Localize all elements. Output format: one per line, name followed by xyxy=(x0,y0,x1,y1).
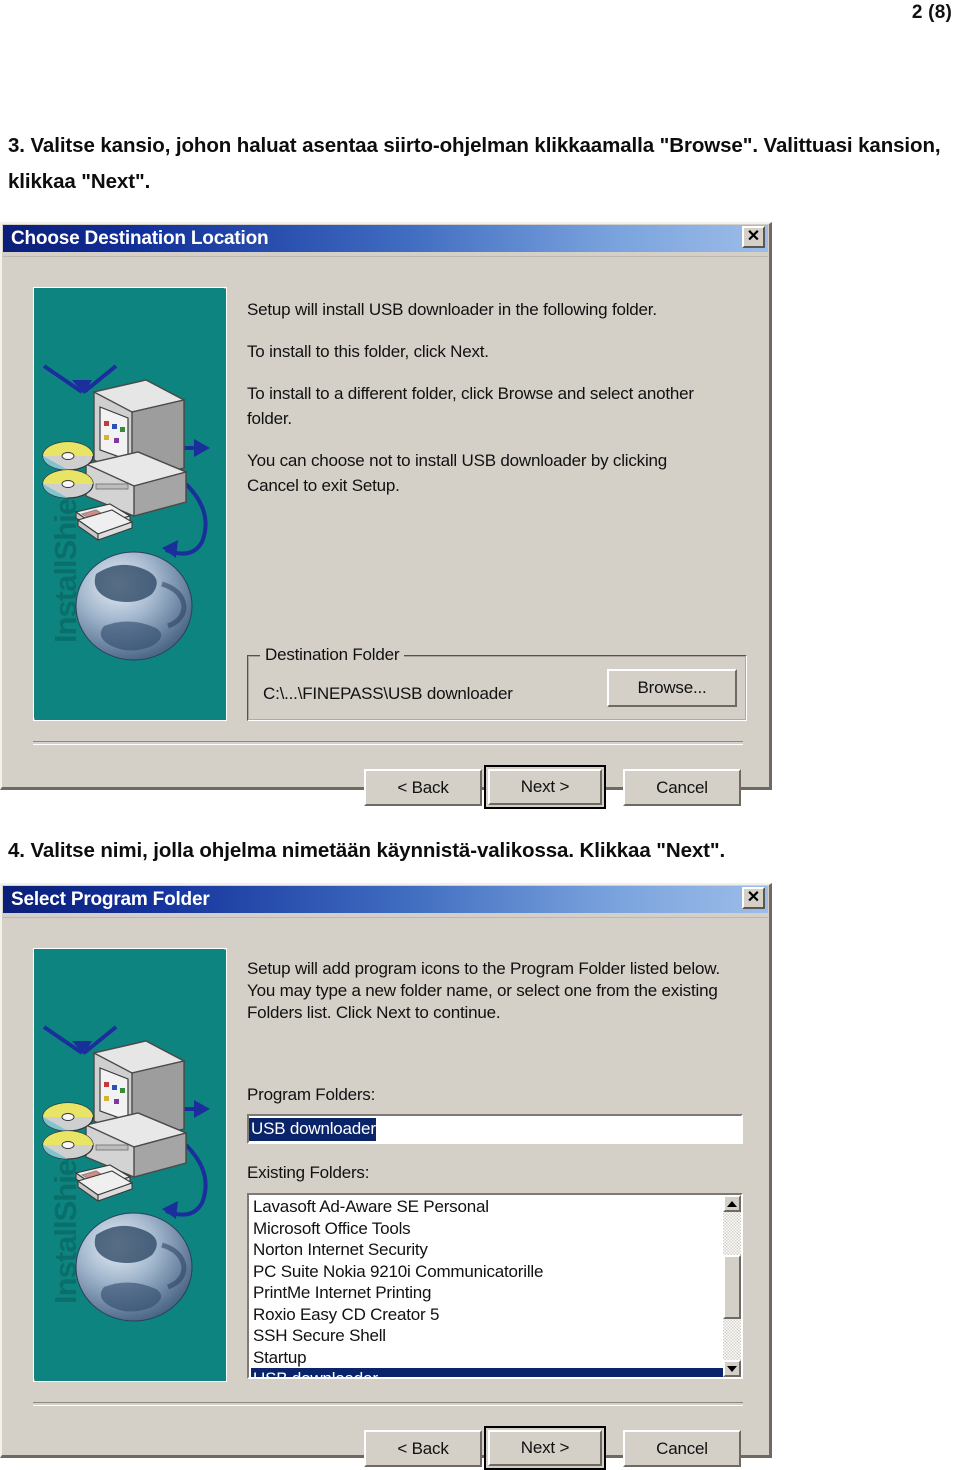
page-number: 2 (8) xyxy=(911,2,952,23)
list-item[interactable]: Microsoft Office Tools xyxy=(251,1218,723,1240)
list-item[interactable]: PrintMe Internet Printing xyxy=(251,1282,723,1304)
back-button[interactable]: < Back xyxy=(364,1430,482,1467)
scroll-down-icon[interactable] xyxy=(723,1360,741,1377)
back-button[interactable]: < Back xyxy=(364,769,482,806)
list-item[interactable]: PC Suite Nokia 9210i Communicatorille xyxy=(251,1261,723,1283)
installshield-artwork: InstallShield xyxy=(33,287,227,721)
titlebar-divider xyxy=(3,913,768,918)
list-item[interactable]: Roxio Easy CD Creator 5 xyxy=(251,1304,723,1326)
list-item[interactable]: Startup xyxy=(251,1347,723,1369)
destination-folder-label: Destination Folder xyxy=(260,645,405,665)
select-program-folder-dialog: Select Program Folder ✕ InstallShield Se… xyxy=(0,883,772,1470)
installshield-artwork: InstallShield xyxy=(33,948,227,1382)
dialog-paragraph-4: You can choose not to install USB downlo… xyxy=(247,451,668,495)
cancel-button[interactable]: Cancel xyxy=(623,769,741,806)
listbox-scrollbar[interactable] xyxy=(723,1195,741,1377)
titlebar-divider xyxy=(3,252,768,257)
next-button[interactable]: Next > xyxy=(484,765,606,809)
button-separator xyxy=(33,741,743,745)
dialog-title: Select Program Folder xyxy=(11,888,210,910)
existing-folders-items: Lavasoft Ad-Aware SE Personal Microsoft … xyxy=(249,1195,723,1377)
list-item[interactable]: Norton Internet Security xyxy=(251,1239,723,1261)
cancel-button[interactable]: Cancel xyxy=(623,1430,741,1467)
dialog-paragraph-3: To install to a different folder, click … xyxy=(247,384,694,428)
dialog-titlebar: Select Program Folder ✕ xyxy=(3,886,768,913)
list-item-selected[interactable]: USB downloader xyxy=(251,1368,723,1377)
dialog-title: Choose Destination Location xyxy=(11,227,269,249)
close-icon[interactable]: ✕ xyxy=(742,887,765,909)
dialog-paragraph-1: Setup will install USB downloader in the… xyxy=(247,300,657,319)
program-folder-input-value: USB downloader xyxy=(249,1117,376,1141)
existing-folders-listbox[interactable]: Lavasoft Ad-Aware SE Personal Microsoft … xyxy=(247,1193,743,1379)
dialog-paragraph-3: Folders list. Click Next to continue. xyxy=(247,1003,501,1022)
destination-folder-group: Destination Folder C:\...\FINEPASS\USB d… xyxy=(247,645,747,721)
choose-destination-location-dialog: Choose Destination Location ✕ InstallShi… xyxy=(0,222,772,809)
close-icon[interactable]: ✕ xyxy=(742,226,765,248)
list-item[interactable]: SSH Secure Shell xyxy=(251,1325,723,1347)
list-item[interactable]: Lavasoft Ad-Aware SE Personal xyxy=(251,1196,723,1218)
next-button[interactable]: Next > xyxy=(484,1426,606,1470)
instruction-step-3: 3. Valitse kansio, johon haluat asentaa … xyxy=(8,134,941,193)
program-folder-input[interactable]: USB downloader xyxy=(247,1114,743,1144)
program-folders-label: Program Folders: xyxy=(247,1085,376,1104)
scroll-up-icon[interactable] xyxy=(723,1195,741,1212)
button-separator xyxy=(33,1402,743,1406)
existing-folders-label: Existing Folders: xyxy=(247,1163,370,1182)
next-button-label: Next > xyxy=(488,769,602,805)
scrollbar-thumb[interactable] xyxy=(723,1255,741,1319)
dialog-titlebar: Choose Destination Location ✕ xyxy=(3,225,768,252)
next-button-label: Next > xyxy=(488,1430,602,1466)
destination-folder-path: C:\...\FINEPASS\USB downloader xyxy=(263,684,513,703)
instruction-step-4: 4. Valitse nimi, jolla ohjelma nimetään … xyxy=(8,839,726,862)
dialog-paragraph-2: To install to this folder, click Next. xyxy=(247,342,489,361)
browse-button[interactable]: Browse... xyxy=(607,669,737,707)
